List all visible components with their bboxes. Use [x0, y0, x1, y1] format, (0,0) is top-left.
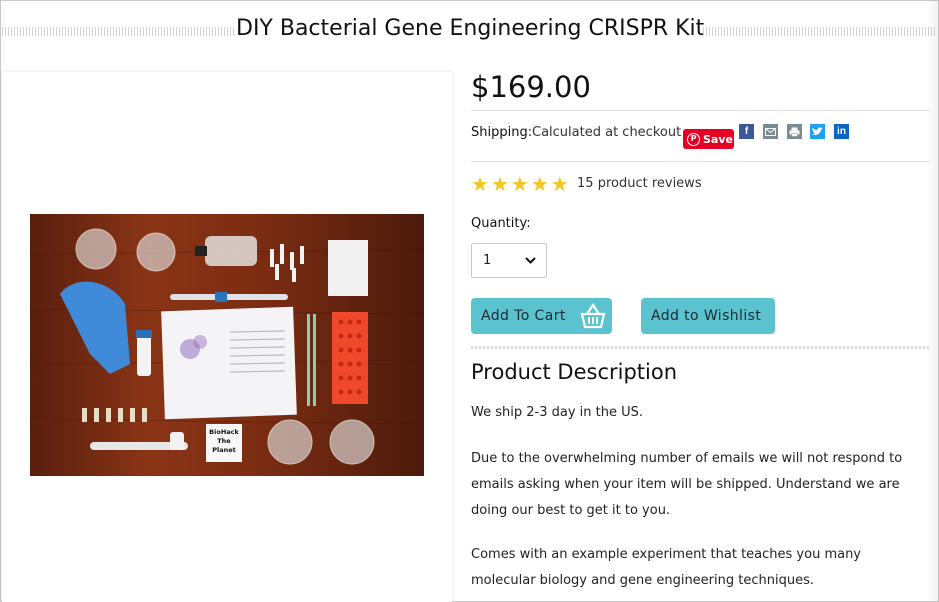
- product-title: DIY Bacterial Gene Engineering CRISPR Ki…: [236, 16, 705, 41]
- divider: [471, 110, 930, 111]
- title-decoration-right: [703, 27, 936, 36]
- pinterest-save-button[interactable]: P Save: [683, 129, 734, 149]
- add-to-cart-button[interactable]: Add To Cart: [471, 298, 612, 334]
- pinterest-icon: P: [687, 132, 700, 146]
- basket-icon: [580, 303, 606, 329]
- section-divider: [471, 346, 930, 349]
- description-heading: Product Description: [471, 360, 678, 384]
- email-icon[interactable]: [763, 124, 778, 139]
- product-photo[interactable]: BioHack The Planet: [30, 214, 424, 476]
- product-price: $169.00: [471, 70, 591, 104]
- shipping-label: Shipping:: [471, 125, 533, 140]
- add-to-cart-label: Add To Cart: [481, 308, 566, 324]
- title-band: DIY Bacterial Gene Engineering CRISPR Ki…: [0, 14, 939, 50]
- chevron-down-icon: [525, 254, 536, 267]
- star-icon: ★: [530, 172, 549, 196]
- quantity-select[interactable]: 1: [471, 243, 547, 278]
- pinterest-save-label: Save: [703, 132, 733, 146]
- description-paragraph: Comes with an example experiment that te…: [471, 547, 861, 588]
- shipping-value: Calculated at checkout: [532, 125, 682, 140]
- quantity-value: 1: [483, 253, 492, 268]
- description-paragraph: We ship 2-3 day in the US.: [471, 405, 643, 420]
- reviews-link[interactable]: 15 product reviews: [577, 176, 702, 191]
- star-icon: ★: [490, 172, 509, 196]
- svg-text:BioHack: BioHack: [209, 428, 239, 436]
- twitter-icon[interactable]: [810, 124, 825, 139]
- facebook-icon[interactable]: f: [739, 124, 754, 139]
- linkedin-icon[interactable]: in: [834, 124, 849, 139]
- reviews-count: 15: [577, 176, 594, 191]
- print-icon[interactable]: [787, 124, 802, 139]
- add-to-wishlist-button[interactable]: Add to Wishlist: [641, 298, 775, 334]
- description-paragraph: Due to the overwhelming number of emails…: [471, 451, 903, 518]
- star-icon: ★: [550, 172, 569, 196]
- add-to-wishlist-label: Add to Wishlist: [651, 308, 762, 324]
- rating-stars: ★ ★ ★ ★ ★: [471, 174, 569, 194]
- svg-text:Planet: Planet: [212, 446, 236, 454]
- title-decoration-left: [2, 27, 236, 36]
- reviews-text: product reviews: [597, 176, 702, 191]
- star-icon: ★: [471, 172, 489, 196]
- divider: [471, 161, 930, 162]
- quantity-label: Quantity:: [471, 216, 531, 231]
- svg-text:The: The: [217, 437, 231, 445]
- scroll-edge: [925, 0, 939, 602]
- star-icon: ★: [510, 172, 529, 196]
